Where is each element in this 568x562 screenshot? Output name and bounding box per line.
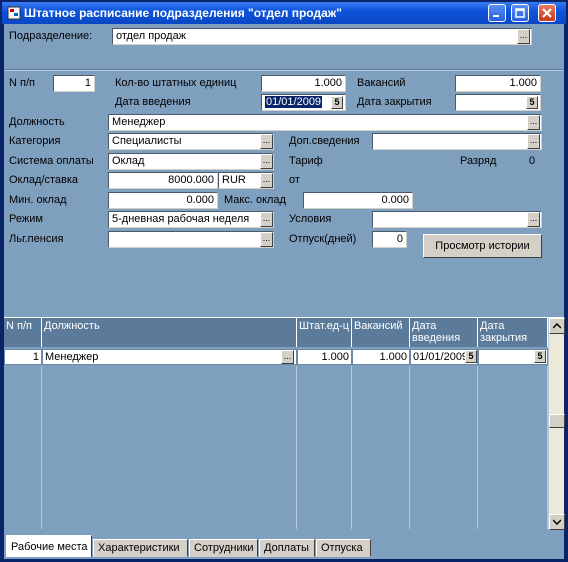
- column-header-close-date[interactable]: Дата закрытия: [478, 318, 548, 347]
- form-area: Подразделение: отдел продаж ... N п/п 1 …: [4, 24, 565, 559]
- npp-field[interactable]: 1: [53, 75, 95, 92]
- grid-column-line: [42, 366, 297, 529]
- category-picker-button[interactable]: ...: [260, 134, 273, 149]
- position-label: Должность: [9, 116, 65, 128]
- tariff-label: Тариф: [289, 155, 323, 167]
- tab-vacations[interactable]: Отпуска: [316, 539, 371, 557]
- from-label: от: [289, 174, 300, 186]
- min-salary-field[interactable]: 0.000: [108, 192, 218, 209]
- column-header-vacancies[interactable]: Вакансий: [352, 318, 410, 347]
- conditions-field[interactable]: [372, 211, 542, 228]
- vacancies-label: Вакансий: [357, 77, 406, 89]
- tab-bar: Рабочие места Характеристики Сотрудники …: [4, 535, 564, 559]
- mode-label: Режим: [9, 213, 43, 225]
- benefits-picker-button[interactable]: ...: [260, 232, 273, 247]
- grid-column-line: [410, 366, 478, 529]
- subdivision-field[interactable]: отдел продаж: [112, 28, 532, 45]
- scroll-thumb[interactable]: [549, 414, 565, 428]
- min-salary-label: Мин. оклад: [9, 194, 67, 206]
- minimize-icon: [493, 15, 499, 17]
- close-icon: [542, 8, 552, 18]
- header-divider: [4, 69, 564, 71]
- scroll-up-button[interactable]: [549, 318, 565, 334]
- units-field[interactable]: 1.000: [261, 75, 346, 92]
- extra-info-label: Доп.сведения: [289, 135, 360, 147]
- intro-date-label: Дата введения: [115, 96, 191, 108]
- window: Штатное расписание подразделения "отдел …: [0, 0, 568, 562]
- window-title: Штатное расписание подразделения "отдел …: [24, 6, 342, 20]
- subdivision-value: отдел продаж: [116, 30, 187, 42]
- row-intro-date-calendar-button[interactable]: 5: [465, 350, 477, 363]
- max-salary-field[interactable]: 0.000: [303, 192, 413, 209]
- tab-characteristics[interactable]: Характеристики: [93, 539, 188, 557]
- grid-column-line: [297, 366, 352, 529]
- row-close-date-calendar-button[interactable]: 5: [534, 350, 546, 363]
- vacancies-field[interactable]: 1.000: [455, 75, 541, 92]
- subdivision-label: Подразделение:: [9, 30, 93, 42]
- mode-picker-button[interactable]: ...: [260, 212, 273, 227]
- maximize-button[interactable]: [511, 4, 529, 22]
- pay-system-label: Система оплаты: [9, 155, 94, 167]
- salary-field[interactable]: 8000.000: [108, 172, 218, 189]
- row-vacancies[interactable]: 1.000: [352, 349, 410, 365]
- category-field[interactable]: Специалисты: [108, 133, 274, 150]
- category-label: Категория: [9, 135, 61, 147]
- close-button[interactable]: [538, 4, 556, 22]
- mode-field[interactable]: 5-дневная рабочая неделя: [108, 211, 274, 228]
- benefits-field[interactable]: [108, 231, 274, 248]
- extra-info-field[interactable]: [372, 133, 542, 150]
- benefits-label: Льг.пенсия: [9, 233, 64, 245]
- row-position-picker-button[interactable]: ...: [281, 350, 294, 364]
- max-salary-label: Макс. оклад: [224, 194, 286, 206]
- intro-date-value: 01/01/2009: [265, 96, 323, 108]
- row-units[interactable]: 1.000: [297, 349, 352, 365]
- positions-grid: N п/п Должность Штат.ед-ц Вакансий Дата …: [4, 317, 565, 530]
- extra-info-picker-button[interactable]: ...: [527, 134, 540, 149]
- subdivision-picker-button[interactable]: ...: [517, 29, 530, 44]
- grid-column-line: [478, 366, 548, 529]
- view-history-button[interactable]: Просмотр истории: [423, 234, 542, 258]
- title-bar[interactable]: Штатное расписание подразделения "отдел …: [2, 2, 566, 24]
- rank-label: Разряд: [460, 155, 497, 167]
- grid-column-line: [352, 366, 410, 529]
- row-position[interactable]: Менеджер: [42, 349, 297, 365]
- position-picker-button[interactable]: ...: [527, 115, 540, 130]
- pay-system-field[interactable]: Оклад: [108, 153, 274, 170]
- column-header-units[interactable]: Штат.ед-ц: [297, 318, 352, 347]
- position-field[interactable]: Менеджер: [108, 114, 542, 131]
- maximize-icon: [515, 8, 525, 18]
- close-date-label: Дата закрытия: [357, 96, 432, 108]
- tab-surcharges[interactable]: Доплаты: [259, 539, 315, 557]
- arrow-down-icon: [553, 519, 561, 525]
- units-label: Кол-во штатных единиц: [115, 77, 237, 89]
- grid-column-line: [4, 366, 42, 529]
- column-header-intro-date[interactable]: Дата введения: [410, 318, 478, 347]
- scroll-down-button[interactable]: [549, 514, 565, 530]
- tab-employees[interactable]: Сотрудники: [189, 539, 258, 557]
- minimize-button[interactable]: [488, 4, 506, 22]
- currency-picker-button[interactable]: ...: [260, 173, 273, 188]
- arrow-up-icon: [553, 323, 561, 329]
- column-header-npp[interactable]: N п/п: [4, 318, 42, 347]
- conditions-label: Условия: [289, 213, 332, 225]
- rank-value: 0: [529, 155, 536, 167]
- pay-system-picker-button[interactable]: ...: [260, 154, 273, 169]
- intro-date-calendar-button[interactable]: 5: [331, 96, 343, 109]
- vacation-label: Отпуск(дней): [289, 233, 357, 245]
- vacation-field[interactable]: 0: [372, 231, 407, 248]
- tab-workplaces[interactable]: Рабочие места: [6, 535, 92, 557]
- close-date-calendar-button[interactable]: 5: [526, 96, 538, 109]
- conditions-picker-button[interactable]: ...: [527, 212, 540, 227]
- column-header-position[interactable]: Должность: [42, 318, 297, 347]
- grid-vertical-scrollbar[interactable]: [548, 318, 565, 530]
- npp-label: N п/п: [9, 77, 35, 89]
- salary-label: Оклад/ставка: [9, 174, 79, 186]
- app-icon: [7, 6, 21, 20]
- row-npp[interactable]: 1: [4, 349, 42, 365]
